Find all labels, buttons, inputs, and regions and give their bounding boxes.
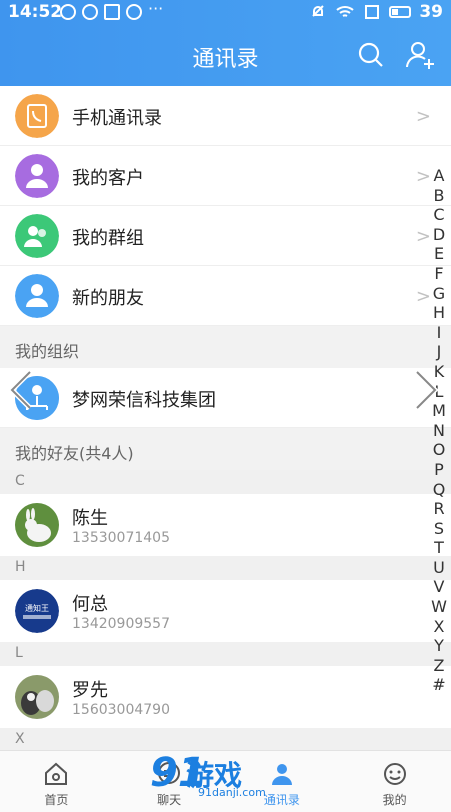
contact-item[interactable]: 通知王 何总 13420909557: [0, 580, 451, 642]
alpha-index-letter[interactable]: A: [429, 166, 449, 186]
avatar: [15, 503, 59, 547]
org-item[interactable]: 梦网荣信科技集团: [0, 368, 451, 428]
app-header: 通讯录: [0, 24, 451, 86]
alpha-index-letter[interactable]: O: [429, 440, 449, 460]
alpha-index-letter[interactable]: R: [429, 499, 449, 519]
alpha-index-letter[interactable]: V: [429, 577, 449, 597]
contact-phone: 13420909557: [72, 616, 170, 632]
alpha-index-letter[interactable]: U: [429, 558, 449, 578]
chevron-right-icon[interactable]: [411, 370, 439, 410]
letter-header: L: [0, 642, 451, 666]
weibo-icon: [82, 4, 98, 20]
alpha-index-letter[interactable]: T: [429, 538, 449, 558]
menu-label: 我的客户: [72, 168, 144, 189]
avatar: [15, 675, 59, 719]
sim-icon: [365, 5, 380, 19]
contact-phone: 13530071405: [72, 530, 170, 546]
add-user-icon[interactable]: [405, 39, 437, 71]
message-icon: [126, 4, 142, 20]
alpha-index-letter[interactable]: X: [429, 617, 449, 637]
menu-label: 手机通讯录: [72, 108, 162, 129]
alpha-index-letter[interactable]: Y: [429, 636, 449, 656]
new-friend-icon: [15, 274, 59, 318]
section-header-org: 我的组织: [0, 326, 451, 368]
news-icon: [104, 4, 120, 20]
tab-home[interactable]: 首页: [0, 751, 113, 812]
more-dots-icon: ···: [148, 0, 164, 18]
alpha-index-letter[interactable]: #: [429, 675, 449, 695]
alpha-index-letter[interactable]: I: [429, 323, 449, 343]
menu-my-customers[interactable]: 我的客户 >: [0, 146, 451, 206]
contact-item[interactable]: 陈生 13530071405: [0, 494, 451, 556]
contacts-list: 手机通讯录 > 我的客户 > 我的群组 > 新的朋友 > 我的组织 梦网荣信科技…: [0, 86, 451, 752]
contact-item[interactable]: 罗先 15603004790: [0, 666, 451, 728]
chevron-left-icon[interactable]: [8, 370, 36, 410]
menu-label: 新的朋友: [72, 288, 144, 309]
battery-level: 39: [419, 2, 443, 22]
letter-header: C: [0, 470, 451, 494]
menu-new-friends[interactable]: 新的朋友 >: [0, 266, 451, 326]
alpha-index-letter[interactable]: J: [429, 342, 449, 362]
alpha-index-letter[interactable]: G: [429, 284, 449, 304]
watermark-logo: 91 游戏 91danji.com: [150, 750, 300, 806]
alpha-index-letter[interactable]: S: [429, 519, 449, 539]
notification-icon: [60, 4, 76, 20]
svg-text:通知王: 通知王: [25, 603, 49, 613]
home-icon: [45, 762, 68, 785]
letter-header: X: [0, 728, 451, 752]
contact-name: 陈生: [72, 508, 108, 529]
alpha-index-letter[interactable]: H: [429, 303, 449, 323]
alpha-index-letter[interactable]: Z: [429, 656, 449, 676]
watermark-url: 91danji.com: [198, 786, 266, 799]
tab-label: 首页: [44, 793, 69, 807]
menu-my-groups[interactable]: 我的群组 >: [0, 206, 451, 266]
wifi-icon: [336, 6, 354, 17]
contact-name: 何总: [72, 594, 108, 615]
org-name: 梦网荣信科技集团: [72, 390, 216, 411]
letter-header: H: [0, 556, 451, 580]
alphabet-index[interactable]: A B C D E F G H I J K L M N O P Q R S T U V W X Y Z #: [429, 166, 449, 695]
status-bar: 14:52 ··· 39: [0, 0, 451, 24]
alpha-index-letter[interactable]: P: [429, 460, 449, 480]
chevron-right-icon: >: [415, 106, 431, 127]
alpha-index-letter[interactable]: D: [429, 225, 449, 245]
alpha-index-letter[interactable]: Q: [429, 480, 449, 500]
search-icon[interactable]: [355, 39, 387, 71]
contact-phone: 15603004790: [72, 702, 170, 718]
alpha-index-letter[interactable]: E: [429, 244, 449, 264]
menu-label: 我的群组: [72, 228, 144, 249]
mute-icon: [312, 5, 325, 17]
alpha-index-letter[interactable]: N: [429, 421, 449, 441]
alpha-index-letter[interactable]: F: [429, 264, 449, 284]
avatar: 通知王: [15, 589, 59, 633]
phone-book-icon: [15, 94, 59, 138]
customer-icon: [15, 154, 59, 198]
group-icon: [15, 214, 59, 258]
alpha-index-letter[interactable]: B: [429, 186, 449, 206]
me-icon: [383, 763, 406, 785]
menu-phone-contacts[interactable]: 手机通讯录 >: [0, 86, 451, 146]
contact-name: 罗先: [72, 680, 108, 701]
status-time: 14:52: [8, 2, 63, 22]
section-header-friends: 我的好友(共4人): [0, 428, 451, 470]
tab-me[interactable]: 我的: [338, 751, 451, 812]
alpha-index-letter[interactable]: W: [429, 597, 449, 617]
tab-label: 我的: [382, 793, 407, 807]
alpha-index-letter[interactable]: C: [429, 205, 449, 225]
battery-icon: [389, 6, 412, 18]
